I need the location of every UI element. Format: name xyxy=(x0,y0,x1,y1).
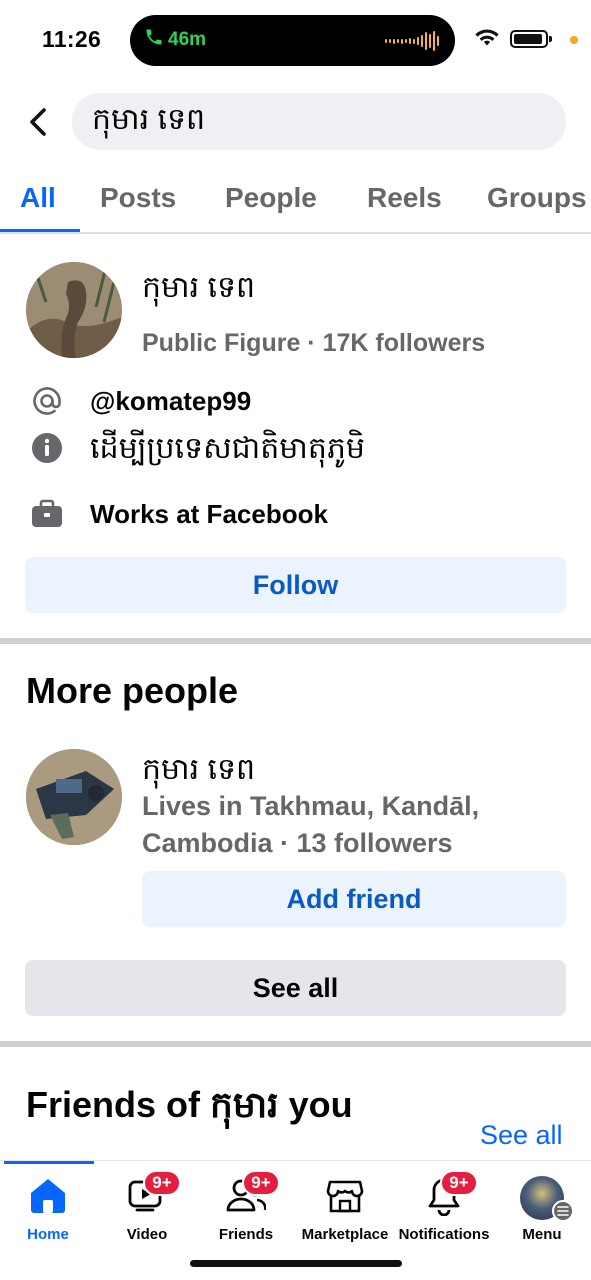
status-time: 11:26 xyxy=(42,26,102,52)
tab-posts[interactable]: Posts xyxy=(100,182,176,214)
tab-reels[interactable]: Reels xyxy=(367,182,442,214)
battery-icon xyxy=(510,30,552,48)
briefcase-icon xyxy=(30,497,64,531)
person-info: Lives in Takhmau, Kandāl, Cambodia · 13 … xyxy=(142,791,480,858)
chevron-left-icon xyxy=(30,108,46,136)
back-button[interactable] xyxy=(22,102,54,142)
friends-of-heading: Friends of កុមារ you xyxy=(26,1084,353,1125)
profile-work: Works at Facebook xyxy=(90,499,328,529)
profile-handle: @komatep99 xyxy=(90,386,252,416)
home-icon xyxy=(28,1176,68,1216)
profile-about: ដើម្បីប្រទេសជាតិមាតុភូមិ xyxy=(90,432,365,465)
nav-label-home: Home xyxy=(27,1226,69,1243)
nav-label-friends: Friends xyxy=(218,1226,274,1243)
work-row: Works at Facebook xyxy=(30,497,328,531)
video-badge: 9+ xyxy=(143,1170,181,1196)
tab-people[interactable]: People xyxy=(225,182,317,214)
profile-photo xyxy=(26,262,122,358)
status-bar: 11:26 46m xyxy=(0,0,591,80)
nav-marketplace[interactable]: Marketplace xyxy=(295,1172,395,1252)
nav-video[interactable]: 9+ Video xyxy=(97,1170,197,1252)
nav-notifications[interactable]: 9+ Notifications xyxy=(394,1170,494,1252)
call-indicator[interactable]: 46m xyxy=(144,27,206,53)
see-all-friends-link[interactable]: See all xyxy=(480,1120,563,1151)
tab-all[interactable]: All xyxy=(20,182,56,214)
dynamic-island[interactable]: 46m xyxy=(130,15,455,66)
at-sign-icon xyxy=(30,384,64,418)
see-all-people-button[interactable]: See all xyxy=(25,960,566,1016)
profile-avatar[interactable] xyxy=(26,262,122,358)
profile-name[interactable]: កុមារ ទេព xyxy=(142,268,255,312)
audio-waveform-icon xyxy=(385,31,439,51)
phone-icon xyxy=(144,27,164,53)
nav-friends[interactable]: 9+ Friends xyxy=(196,1170,296,1252)
nav-label-notifications: Notifications xyxy=(398,1226,490,1243)
nav-label-marketplace: Marketplace xyxy=(301,1226,389,1243)
profile-subtitle: Public Figure · 17K followers xyxy=(142,329,486,357)
nav-label-video: Video xyxy=(126,1226,168,1243)
call-duration: 46m xyxy=(168,29,207,50)
home-indicator xyxy=(190,1260,402,1267)
person-avatar[interactable] xyxy=(26,749,122,845)
section-divider xyxy=(0,638,591,644)
add-friend-button[interactable]: Add friend xyxy=(142,871,566,927)
nav-label-menu: Menu xyxy=(522,1226,562,1243)
handle-row: @komatep99 xyxy=(30,384,251,418)
search-input[interactable]: កុមារ ទេព xyxy=(72,93,566,150)
marketplace-icon xyxy=(325,1176,365,1216)
follow-button[interactable]: Follow xyxy=(25,557,566,613)
notifications-badge: 9+ xyxy=(440,1170,478,1196)
tab-groups[interactable]: Groups xyxy=(487,182,587,214)
section-divider xyxy=(0,1041,591,1047)
person-photo xyxy=(26,749,122,845)
privacy-indicator-dot xyxy=(570,36,578,44)
more-people-heading: More people xyxy=(26,670,239,711)
about-row: ដើម្បីប្រទេសជាតិមាតុភូមិ xyxy=(30,431,365,465)
nav-active-indicator xyxy=(4,1161,94,1164)
search-tabs: All Posts People Reels Groups xyxy=(0,170,591,234)
wifi-icon xyxy=(474,27,500,52)
search-query: កុមារ ទេព xyxy=(92,102,206,136)
nav-menu[interactable]: Menu xyxy=(492,1172,591,1252)
nav-home[interactable]: Home xyxy=(0,1172,98,1252)
friends-badge: 9+ xyxy=(242,1170,280,1196)
hamburger-icon xyxy=(552,1200,574,1222)
tabs-divider xyxy=(0,232,591,234)
info-icon xyxy=(30,431,64,465)
